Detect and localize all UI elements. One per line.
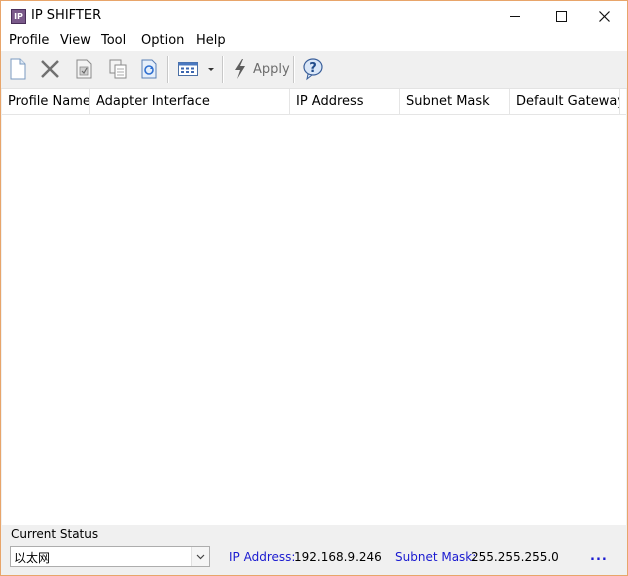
view-button[interactable] xyxy=(177,57,199,81)
list-header: Profile Name Adapter Interface IP Addres… xyxy=(2,89,626,115)
more-details-button[interactable]: ... xyxy=(590,549,608,564)
delete-button[interactable] xyxy=(39,57,61,81)
toolbar-separator xyxy=(293,56,295,83)
ip-address-label: IP Address: xyxy=(229,550,296,564)
new-profile-icon xyxy=(10,58,26,80)
svg-text:?: ? xyxy=(309,61,317,76)
chevron-down-icon xyxy=(208,68,214,71)
view-icon xyxy=(178,62,198,76)
menu-tool[interactable]: Tool xyxy=(101,33,126,48)
refresh-button[interactable] xyxy=(139,57,159,81)
help-icon: ? xyxy=(303,58,323,81)
app-icon: IP xyxy=(11,9,26,24)
view-dropdown-button[interactable] xyxy=(206,57,216,81)
menu-help[interactable]: Help xyxy=(196,33,226,48)
subnet-mask-label: Subnet Mask: xyxy=(395,550,477,564)
copy-button[interactable] xyxy=(107,57,129,81)
app-window: IP IP SHIFTER Profile View Tool Option H… xyxy=(0,0,628,576)
refresh-icon xyxy=(141,59,157,79)
maximize-button[interactable] xyxy=(538,1,584,32)
ip-address-value: 192.168.9.246 xyxy=(294,550,382,564)
window-title: IP SHIFTER xyxy=(31,8,102,23)
close-icon xyxy=(598,11,610,22)
column-header-subnet-mask[interactable]: Subnet Mask xyxy=(400,89,510,114)
new-profile-button[interactable] xyxy=(8,57,28,81)
edit-button[interactable] xyxy=(74,57,94,81)
column-header-profile-name[interactable]: Profile Name xyxy=(2,89,90,114)
lightning-icon xyxy=(235,59,245,79)
toolbar-separator xyxy=(167,56,169,83)
column-header-adapter-interface[interactable]: Adapter Interface xyxy=(90,89,290,114)
minimize-button[interactable] xyxy=(492,1,538,32)
toolbar: Apply ? xyxy=(1,51,627,89)
subnet-mask-value: 255.255.255.0 xyxy=(471,550,559,564)
toolbar-separator xyxy=(222,56,224,83)
help-button[interactable]: ? xyxy=(302,57,326,81)
chevron-down-icon xyxy=(196,554,205,560)
title-bar[interactable]: IP IP SHIFTER xyxy=(1,1,627,32)
edit-icon xyxy=(76,59,92,79)
menu-view[interactable]: View xyxy=(60,33,91,48)
current-status-label: Current Status xyxy=(11,527,99,541)
menu-option[interactable]: Option xyxy=(141,33,184,48)
copy-icon xyxy=(109,59,127,79)
adapter-select[interactable]: 以太网 xyxy=(10,546,210,567)
status-panel: Current Status 以太网 IP Address: 192.168.9… xyxy=(1,525,627,575)
menu-profile[interactable]: Profile xyxy=(9,33,49,48)
menu-bar: Profile View Tool Option Help xyxy=(1,32,627,51)
column-header-ip-address[interactable]: IP Address xyxy=(290,89,400,114)
adapter-select-arrow[interactable] xyxy=(191,547,209,566)
profile-list[interactable]: Profile Name Adapter Interface IP Addres… xyxy=(2,89,626,525)
maximize-icon xyxy=(555,11,567,22)
minimize-icon xyxy=(510,16,520,17)
adapter-select-value: 以太网 xyxy=(14,551,51,565)
apply-label[interactable]: Apply xyxy=(253,62,290,77)
close-button[interactable] xyxy=(581,1,627,32)
apply-button[interactable] xyxy=(231,57,249,81)
delete-icon xyxy=(41,60,59,78)
column-header-default-gateway[interactable]: Default Gateway xyxy=(510,89,620,114)
